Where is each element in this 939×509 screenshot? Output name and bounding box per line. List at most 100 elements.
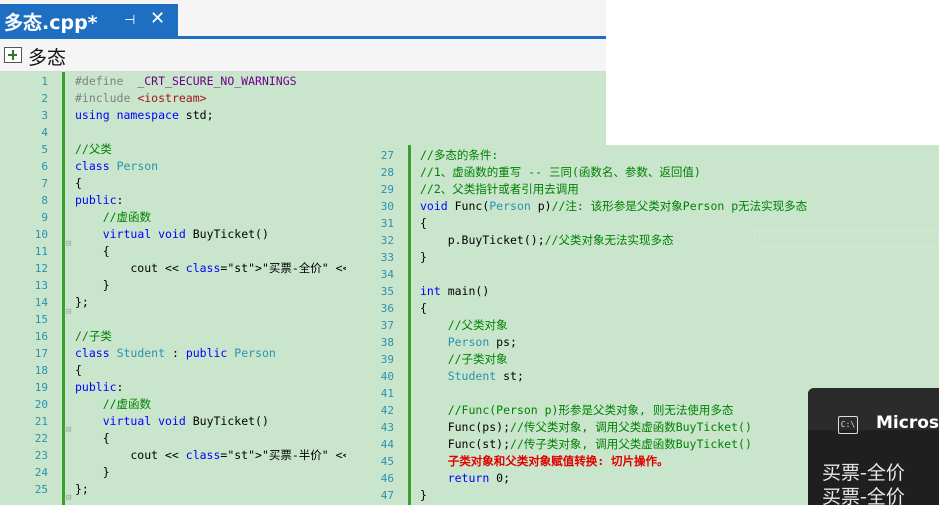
line-number: 42 [380, 404, 394, 417]
document-tab[interactable]: 多态.cpp* ⊣ ✕ [0, 4, 178, 36]
line-number: 25 [34, 483, 48, 496]
change-indicator-bar [408, 145, 411, 505]
code-line: cout << class="st">"买票-全价" << endl; [75, 261, 392, 275]
line-number: 30 [380, 200, 394, 213]
line-number: 20 [34, 398, 48, 411]
line-number: 15 [34, 313, 48, 326]
code-line: Func(st);//传子类对象, 调用父类虚函数BuyTicket() [420, 437, 752, 451]
code-line: virtual void BuyTicket() [102, 227, 269, 241]
code-line: } [75, 465, 110, 479]
line-number: 19 [34, 381, 48, 394]
scope-dropdown[interactable]: 多态 [28, 43, 66, 70]
line-number-gutter: 1 2 3 4 5 6 7 8 9 10 11 12 13 14 15 16 17 18 19 20 21 22 23 24 2… [0, 72, 58, 505]
line-number: 23 [34, 449, 48, 462]
line-number: 10 [34, 228, 48, 241]
code-line: //1、虚函数的重写 -- 三同(函数名、参数、返回值) [420, 165, 701, 179]
line-number: 44 [380, 438, 394, 451]
console-title: Microso [876, 413, 939, 433]
line-number: 43 [380, 421, 394, 434]
code-line: }; [75, 482, 89, 496]
line-number: 45 [380, 455, 394, 468]
code-line: //虚函数 [102, 210, 152, 224]
current-line-highlight [754, 230, 939, 247]
code-line: void Func(Person p)//注: 该形参是父类对象Person p… [420, 199, 808, 213]
code-line: int main() [420, 284, 490, 298]
code-line: //父类 [75, 142, 112, 156]
code-line: //虚函数 [102, 397, 152, 411]
code-line: { [420, 216, 427, 230]
code-line: Person ps; [447, 335, 517, 349]
line-number: 24 [34, 466, 48, 479]
code-line: //子类 [75, 329, 112, 343]
code-line: { [420, 301, 427, 315]
line-number: 32 [380, 234, 394, 247]
line-number: 31 [380, 217, 394, 230]
fold-icon[interactable]: ⊟ [66, 425, 71, 435]
line-number: 4 [41, 126, 48, 139]
code-line: } [420, 488, 427, 502]
code-line: p.BuyTicket();//父类对象无法实现多态 [420, 233, 674, 247]
code-line: #include <iostream> [75, 91, 207, 105]
fold-icon[interactable]: ⊟ [66, 307, 71, 317]
code-line: } [75, 278, 110, 292]
line-number: 27 [380, 149, 394, 162]
line-number: 14 [34, 296, 48, 309]
code-line: //父类对象 [447, 318, 508, 332]
line-number: 40 [380, 370, 394, 383]
code-line: { [75, 363, 82, 377]
line-number: 3 [41, 109, 48, 122]
line-number: 1 [41, 75, 48, 88]
code-line: //2、父类指针或者引用去调用 [420, 182, 579, 196]
code-line: using namespace std; [75, 108, 214, 122]
change-indicator-bar [62, 72, 65, 505]
line-number: 9 [41, 211, 48, 224]
tab-underline [0, 36, 606, 39]
code-line: { [75, 431, 110, 445]
code-line: //多态的条件: [420, 148, 499, 162]
line-number: 17 [34, 347, 48, 360]
line-number-gutter: 27 28 29 30 31 32 33 34 35 36 37 38 39 40 41 42 43 44 45 46… [346, 145, 404, 505]
code-line: { [75, 176, 82, 190]
code-line: cout << class="st">"买票-半价" << endl; [75, 448, 392, 462]
line-number: 35 [380, 285, 394, 298]
line-number: 16 [34, 330, 48, 343]
navigation-bar: 多态 [0, 40, 606, 72]
code-line: class Student : public Person [75, 346, 276, 360]
pin-icon[interactable]: ⊣ [124, 13, 135, 28]
line-number: 28 [380, 166, 394, 179]
code-line: return 0; [447, 471, 511, 485]
code-line: 子类对象和父类对象赋值转换: 切片操作。 [420, 454, 669, 468]
code-line: Func(ps);//传父类对象, 调用父类虚函数BuyTicket() [420, 420, 752, 434]
line-number: 11 [34, 245, 48, 258]
line-number: 21 [34, 415, 48, 428]
code-line: //子类对象 [447, 352, 508, 366]
line-number: 33 [380, 251, 394, 264]
code-line: virtual void BuyTicket() [102, 414, 269, 428]
close-icon[interactable]: ✕ [150, 8, 165, 29]
line-number: 39 [380, 353, 394, 366]
class-scope-icon [4, 47, 22, 63]
console-window[interactable]: C:\ Microso 买票-全价 买票-全价 [808, 388, 939, 508]
line-number: 37 [380, 319, 394, 332]
line-number: 5 [41, 143, 48, 156]
line-number: 47 [380, 489, 394, 502]
line-number: 6 [41, 160, 48, 173]
code-line: #define _CRT_SECURE_NO_WARNINGS [75, 74, 297, 88]
code-line: { [75, 244, 110, 258]
line-number: 34 [380, 268, 394, 281]
line-number: 12 [34, 262, 48, 275]
line-number: 13 [34, 279, 48, 292]
fold-icon[interactable]: ⊟ [66, 493, 71, 503]
code-line: //Func(Person p)形参是父类对象, 则无法使用多态 [447, 403, 734, 417]
console-icon: C:\ [838, 416, 858, 434]
fold-icon[interactable]: ⊟ [66, 239, 71, 249]
code-line: Student st; [447, 369, 524, 383]
line-number: 36 [380, 302, 394, 315]
console-title-bar[interactable]: C:\ Microso [808, 388, 939, 434]
code-line: public: [75, 380, 124, 394]
line-number: 18 [34, 364, 48, 377]
line-number: 38 [380, 336, 394, 349]
line-number: 22 [34, 432, 48, 445]
code-line: public: [75, 193, 124, 207]
document-tab-bar: 多态.cpp* ⊣ ✕ [0, 0, 606, 40]
